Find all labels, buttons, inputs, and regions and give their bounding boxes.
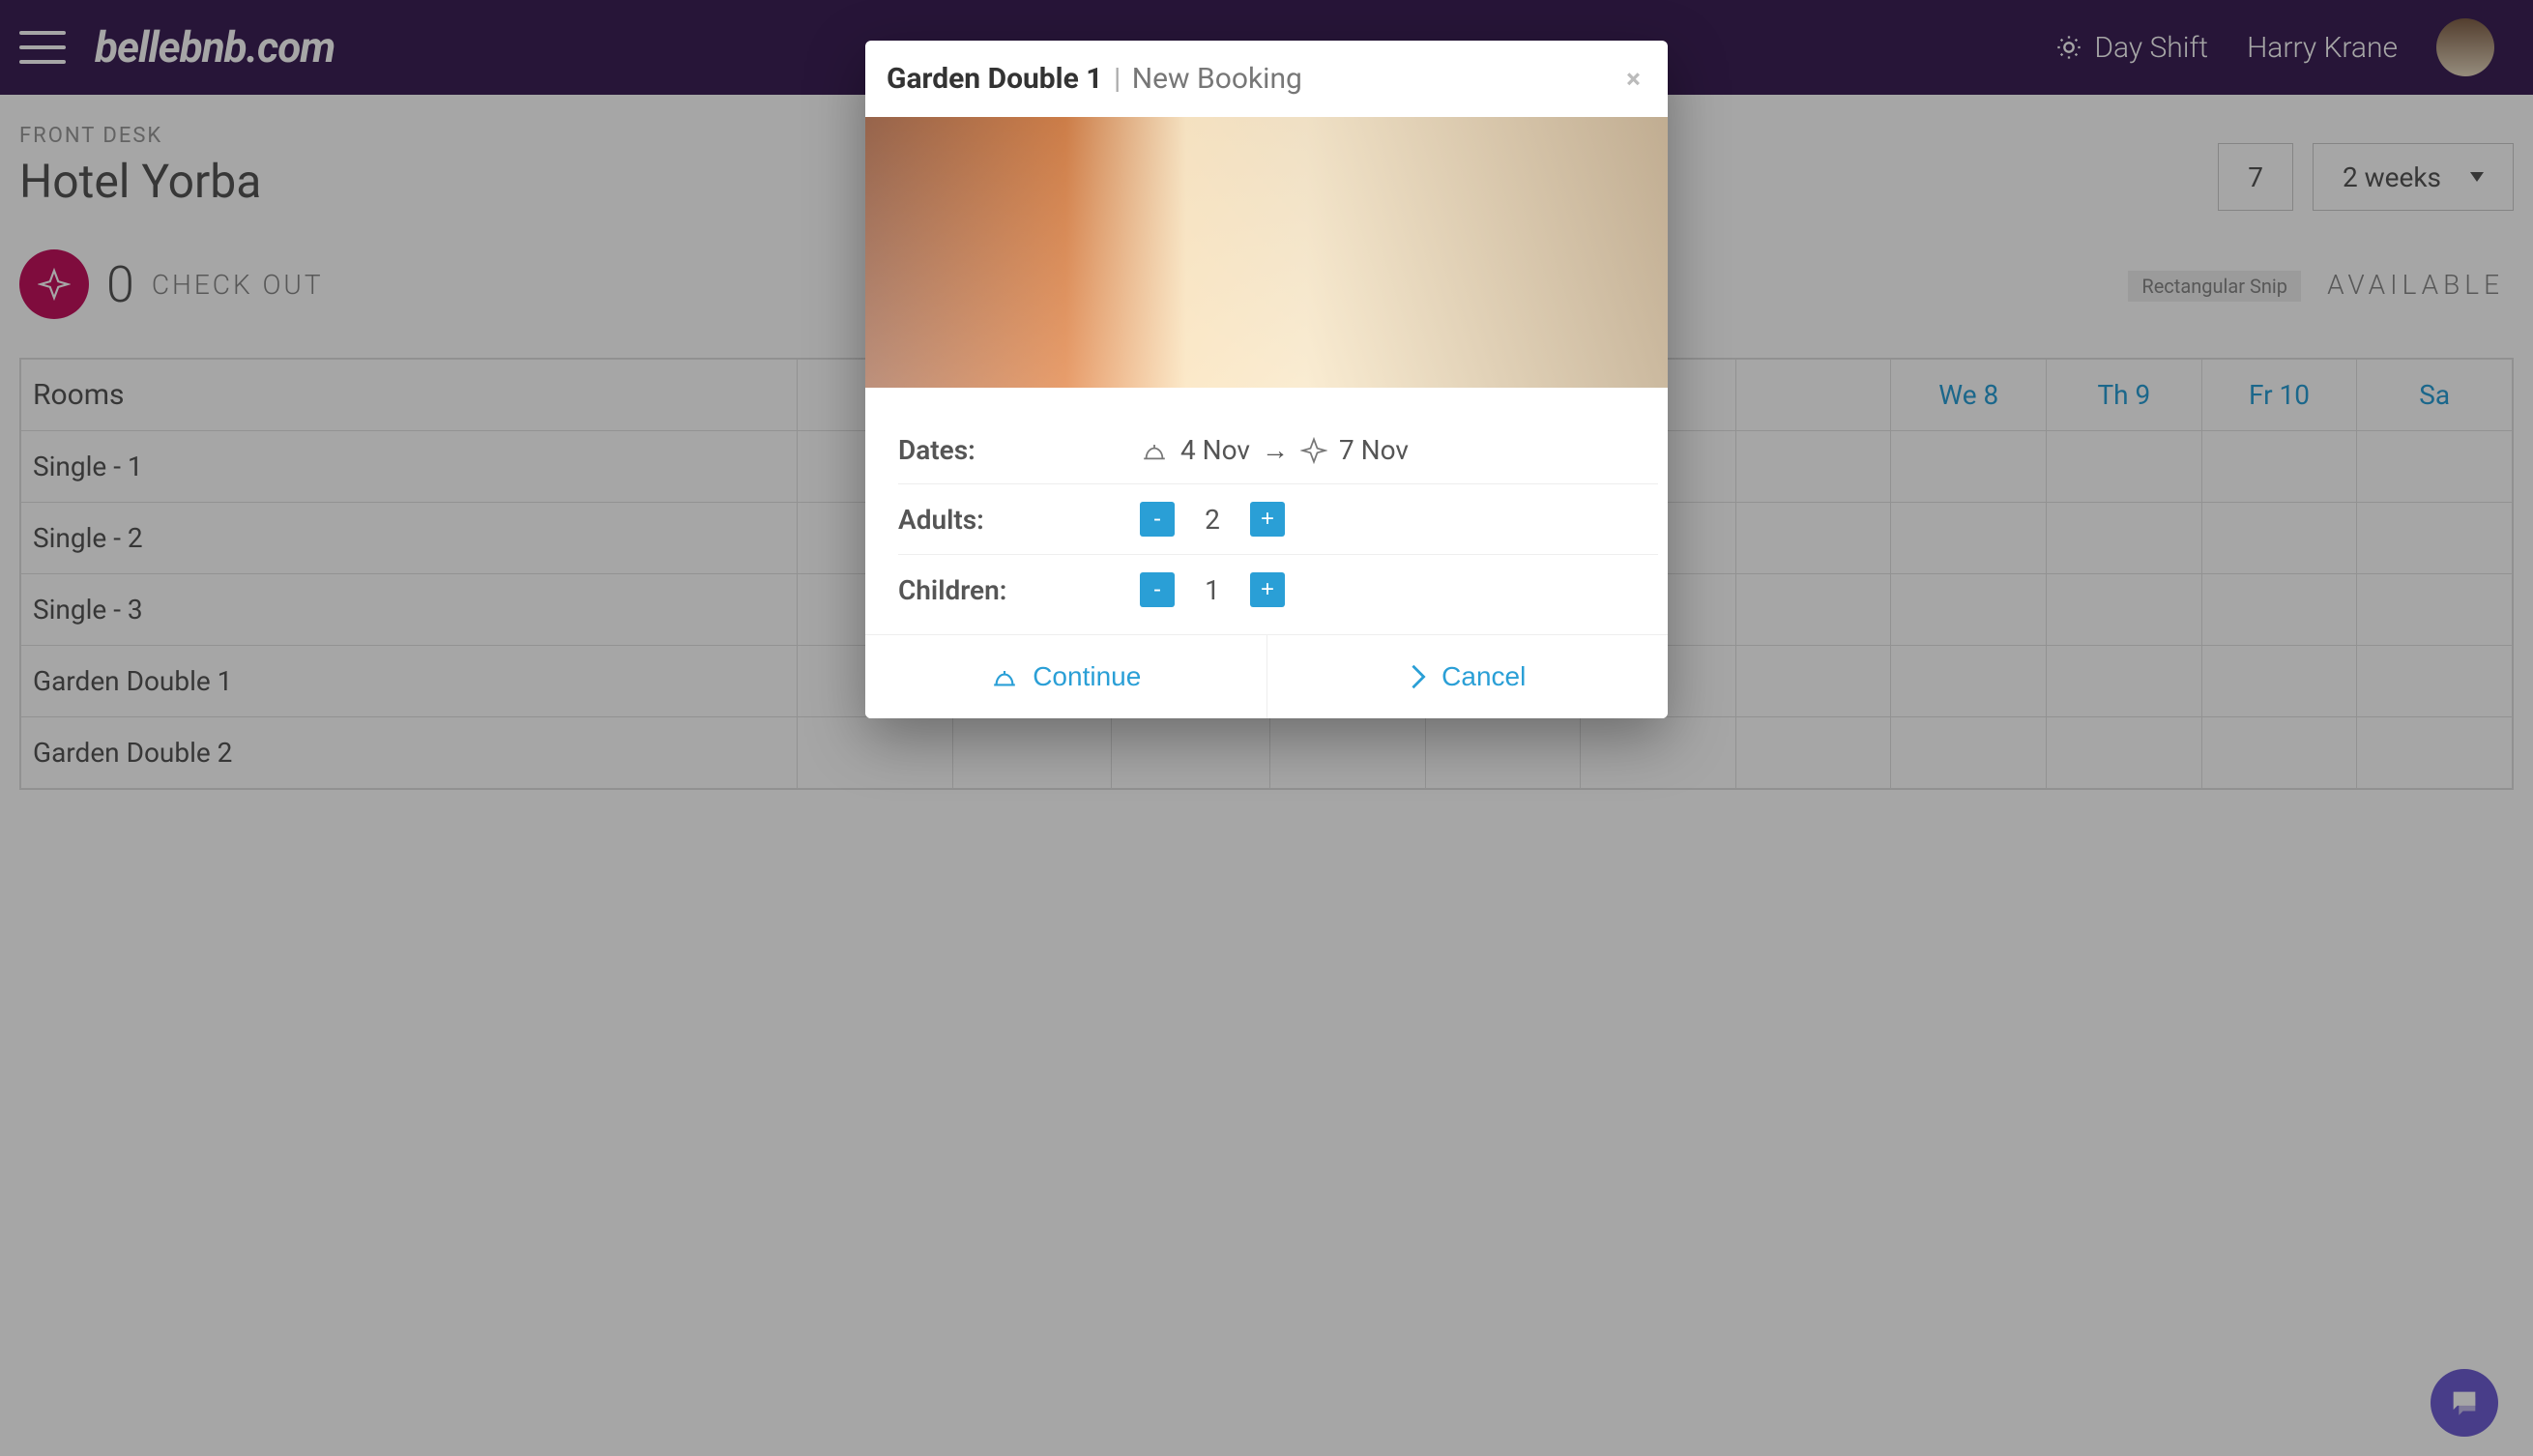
- checkout-date: 7 Nov: [1339, 434, 1409, 466]
- bell-icon: [1140, 439, 1169, 462]
- adults-value: 2: [1186, 504, 1238, 536]
- plane-icon: [1300, 437, 1327, 464]
- dates-label: Dates:: [898, 434, 1140, 466]
- continue-button[interactable]: Continue: [865, 635, 1266, 718]
- children-row: Children: - 1 +: [898, 555, 1658, 625]
- adults-decrement-button[interactable]: -: [1140, 502, 1175, 537]
- modal-room-name: Garden Double 1: [887, 62, 1103, 96]
- dates-row: Dates: 4 Nov → 7 Nov: [898, 417, 1658, 484]
- close-icon[interactable]: ×: [1626, 63, 1641, 95]
- modal-header: Garden Double 1 | New Booking ×: [865, 41, 1668, 117]
- children-value: 1: [1186, 574, 1238, 606]
- dates-value: 4 Nov → 7 Nov: [1140, 434, 1409, 466]
- adults-label: Adults:: [898, 504, 1140, 536]
- modal-subtitle: New Booking: [1132, 62, 1302, 96]
- arrow-right-icon: →: [1262, 434, 1289, 466]
- children-label: Children:: [898, 574, 1140, 606]
- bell-icon: [990, 665, 1019, 688]
- room-image: [865, 117, 1668, 388]
- children-increment-button[interactable]: +: [1250, 572, 1285, 607]
- cancel-label: Cancel: [1441, 661, 1526, 692]
- modal-body: Dates: 4 Nov → 7 Nov Adults: - 2 + C: [865, 388, 1668, 634]
- cancel-button[interactable]: Cancel: [1266, 635, 1669, 718]
- children-stepper: - 1 +: [1140, 572, 1285, 607]
- new-booking-modal: Garden Double 1 | New Booking × Dates: 4…: [865, 41, 1668, 718]
- adults-stepper: - 2 +: [1140, 502, 1285, 537]
- adults-increment-button[interactable]: +: [1250, 502, 1285, 537]
- adults-row: Adults: - 2 +: [898, 484, 1658, 555]
- checkin-date: 4 Nov: [1180, 434, 1250, 466]
- children-decrement-button[interactable]: -: [1140, 572, 1175, 607]
- modal-overlay: Garden Double 1 | New Booking × Dates: 4…: [0, 0, 2533, 1456]
- modal-footer: Continue Cancel: [865, 634, 1668, 718]
- chevron-right-icon: [1409, 663, 1428, 690]
- modal-title: Garden Double 1 | New Booking: [887, 62, 1302, 96]
- continue-label: Continue: [1033, 661, 1141, 692]
